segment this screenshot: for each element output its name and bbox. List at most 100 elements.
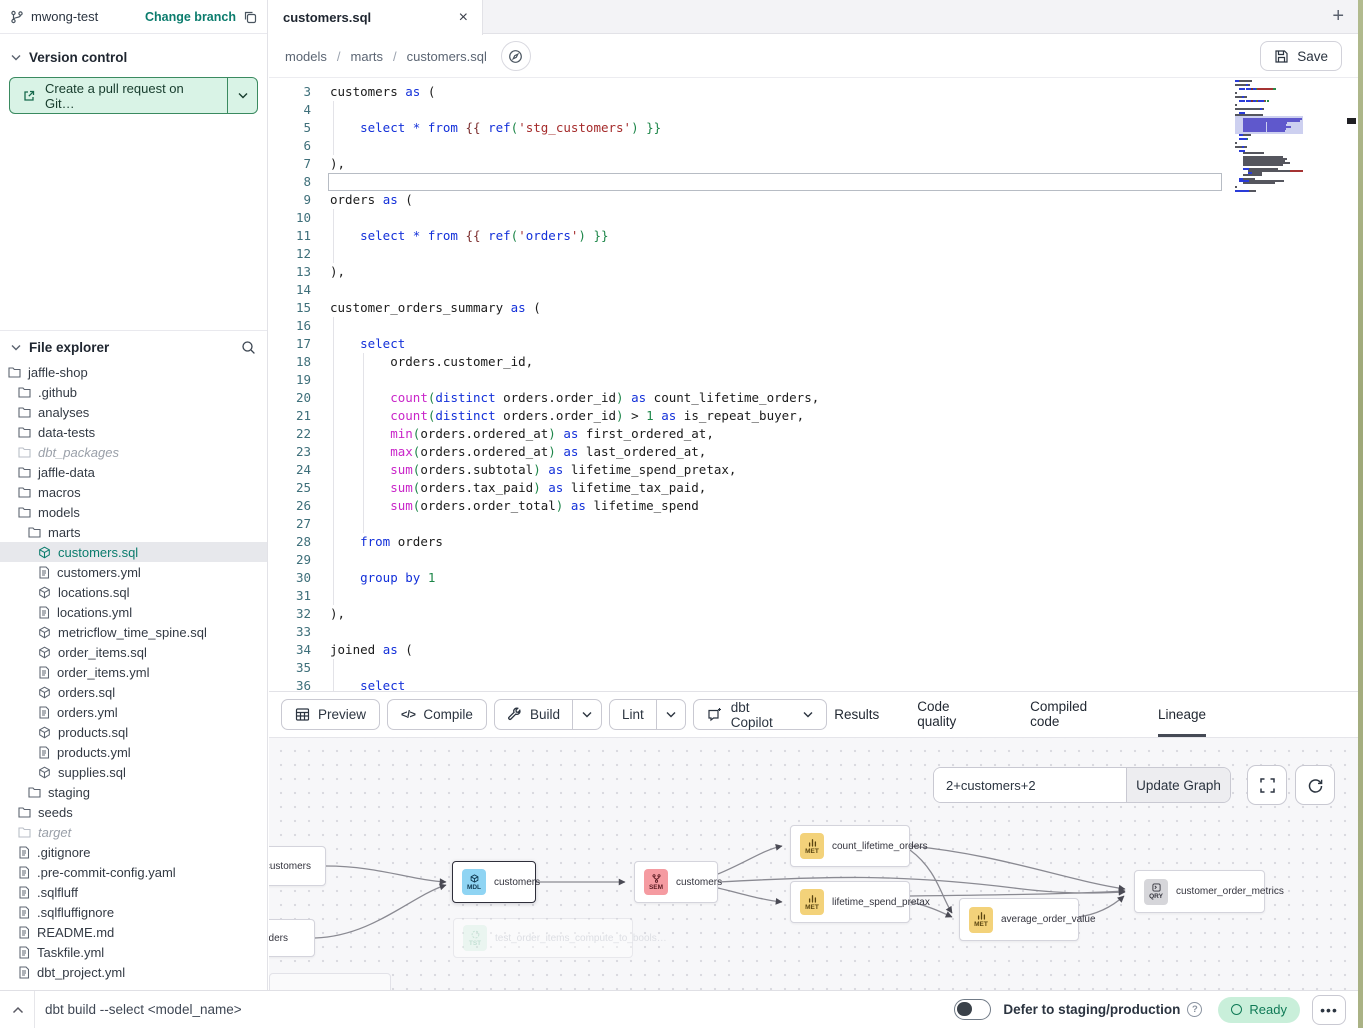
code-line-21[interactable]: 21 count(distinct orders.order_id) > 1 a… [269, 407, 1358, 425]
sidebar-item-seeds[interactable]: seeds [0, 802, 267, 822]
code-line-25[interactable]: 25 sum(orders.tax_paid) as lifetime_tax_… [269, 479, 1358, 497]
search-icon[interactable] [241, 340, 256, 355]
sidebar-item-products-sql[interactable]: products.sql [0, 722, 267, 742]
sidebar-item-order-items-yml[interactable]: order_items.yml [0, 662, 267, 682]
code-line-24[interactable]: 24 sum(orders.subtotal) as lifetime_spen… [269, 461, 1358, 479]
sidebar-item-marts[interactable]: marts [0, 522, 267, 542]
code-line-16[interactable]: 16 [269, 317, 1358, 335]
code-line-22[interactable]: 22 min(orders.ordered_at) as first_order… [269, 425, 1358, 443]
code-line-28[interactable]: 28 from orders [269, 533, 1358, 551]
sidebar-item--gitignore[interactable]: .gitignore [0, 842, 267, 862]
version-control-header[interactable]: Version control [0, 34, 267, 75]
sidebar-item-models[interactable]: models [0, 502, 267, 522]
code-line-33[interactable]: 33 [269, 623, 1358, 641]
sidebar-item-data-tests[interactable]: data-tests [0, 422, 267, 442]
code-line-29[interactable]: 29 [269, 551, 1358, 569]
create-pr-dropdown[interactable] [227, 78, 257, 113]
lint-button[interactable]: Lint [610, 700, 656, 729]
build-button[interactable]: Build [495, 700, 572, 729]
lineage-search-input[interactable] [934, 768, 1126, 802]
code-line-27[interactable]: 27 [269, 515, 1358, 533]
lineage-node-orders[interactable]: orders [269, 919, 315, 957]
tab-results[interactable]: Results [834, 692, 879, 737]
lineage-node-customer-order-metrics[interactable]: QRYcustomer_order_metrics [1134, 870, 1265, 913]
change-branch-link[interactable]: Change branch [145, 10, 236, 24]
sidebar-item-orders-sql[interactable]: orders.sql [0, 682, 267, 702]
code-line-35[interactable]: 35 [269, 659, 1358, 677]
sidebar-item-order-items-sql[interactable]: order_items.sql [0, 642, 267, 662]
create-pr-button-main[interactable]: Create a pull request on Git… [10, 78, 227, 113]
breadcrumb-file[interactable]: customers.sql [407, 49, 487, 64]
help-icon[interactable]: ? [1187, 1002, 1202, 1017]
code-line-11[interactable]: 11 select * from {{ ref('orders') }} [269, 227, 1358, 245]
code-editor[interactable]: 3customers as (45 select * from {{ ref('… [269, 78, 1358, 691]
code-line-20[interactable]: 20 count(distinct orders.order_id) as co… [269, 389, 1358, 407]
new-tab-button[interactable]: + [1332, 5, 1344, 28]
sidebar-item-locations-yml[interactable]: locations.yml [0, 602, 267, 622]
code-line-36[interactable]: 36 select [269, 677, 1358, 691]
tab-lineage[interactable]: Lineage [1158, 692, 1206, 737]
refresh-button[interactable] [1295, 765, 1335, 805]
code-line-30[interactable]: 30 group by 1 [269, 569, 1358, 587]
minimap[interactable] [1235, 80, 1332, 280]
dbt-copilot-button[interactable]: dbt Copilot [693, 699, 827, 730]
command-input[interactable]: dbt build --select <model_name> [45, 1002, 954, 1017]
code-line-31[interactable]: 31 [269, 587, 1358, 605]
lineage-node-lifetime-spend-pretax[interactable]: METlifetime_spend_pretax [790, 881, 910, 923]
sidebar-item-analyses[interactable]: analyses [0, 402, 267, 422]
lineage-node-average-order-value[interactable]: METaverage_order_value [959, 898, 1079, 941]
close-icon[interactable]: × [459, 10, 468, 26]
code-line-3[interactable]: 3customers as ( [269, 83, 1358, 101]
sidebar-item-customers-sql[interactable]: customers.sql [0, 542, 267, 562]
sidebar-item-taskfile-yml[interactable]: Taskfile.yml [0, 942, 267, 962]
sidebar-item-dbt-packages[interactable]: dbt_packages [0, 442, 267, 462]
code-line-6[interactable]: 6 [269, 137, 1358, 155]
more-options-button[interactable]: ••• [1312, 995, 1346, 1025]
sidebar-item-macros[interactable]: macros [0, 482, 267, 502]
lineage-node-customers[interactable]: SEMcustomers [634, 861, 718, 903]
save-button[interactable]: Save [1260, 41, 1342, 71]
code-line-12[interactable]: 12 [269, 245, 1358, 263]
editor-scrollbar-thumb[interactable] [1347, 118, 1356, 124]
code-line-5[interactable]: 5 select * from {{ ref('stg_customers') … [269, 119, 1358, 137]
sidebar-item--sqlfluff[interactable]: .sqlfluff [0, 882, 267, 902]
lineage-node-count-lifetime-orders[interactable]: METcount_lifetime_orders [790, 825, 910, 867]
lineage-node-stg-customers[interactable]: stg_customers [269, 846, 326, 886]
code-line-4[interactable]: 4 [269, 101, 1358, 119]
breadcrumb-models[interactable]: models [285, 49, 327, 64]
code-line-13[interactable]: 13), [269, 263, 1358, 281]
sidebar-item-products-yml[interactable]: products.yml [0, 742, 267, 762]
code-line-9[interactable]: 9orders as ( [269, 191, 1358, 209]
code-line-34[interactable]: 34joined as ( [269, 641, 1358, 659]
sidebar-item-dbt-project-yml[interactable]: dbt_project.yml [0, 962, 267, 982]
code-line-32[interactable]: 32), [269, 605, 1358, 623]
tab-customers-sql[interactable]: customers.sql × [269, 0, 483, 35]
code-line-26[interactable]: 26 sum(orders.order_total) as lifetime_s… [269, 497, 1358, 515]
preview-button[interactable]: Preview [281, 699, 380, 730]
chevron-up-icon[interactable] [12, 1006, 24, 1014]
lineage-node-customers[interactable]: MDLcustomers [452, 861, 536, 903]
tab-code-quality[interactable]: Code quality [917, 692, 992, 737]
breadcrumb-marts[interactable]: marts [351, 49, 384, 64]
code-line-19[interactable]: 19 [269, 371, 1358, 389]
sidebar-item-orders-yml[interactable]: orders.yml [0, 702, 267, 722]
sidebar-item-metricflow-time-spine-sql[interactable]: metricflow_time_spine.sql [0, 622, 267, 642]
sidebar-item-staging[interactable]: staging [0, 782, 267, 802]
build-dropdown[interactable] [572, 700, 601, 729]
sidebar-item--pre-commit-config-yaml[interactable]: .pre-commit-config.yaml [0, 862, 267, 882]
sidebar-item-jaffle-shop[interactable]: jaffle-shop [0, 362, 267, 382]
code-line-23[interactable]: 23 max(orders.ordered_at) as last_ordere… [269, 443, 1358, 461]
lineage-node-test-order-items-compute-to-bools-[interactable]: TSTtest_order_items_compute_to_bools… [453, 918, 633, 958]
sidebar-item-target[interactable]: target [0, 822, 267, 842]
code-line-8[interactable]: 8 [269, 173, 1358, 191]
file-explorer-header[interactable]: File explorer [0, 331, 267, 362]
sidebar-item-locations-sql[interactable]: locations.sql [0, 582, 267, 602]
copy-icon[interactable] [243, 10, 257, 24]
sidebar-item-jaffle-data[interactable]: jaffle-data [0, 462, 267, 482]
compile-button[interactable]: </> Compile [387, 699, 487, 730]
code-line-15[interactable]: 15customer_orders_summary as ( [269, 299, 1358, 317]
code-line-17[interactable]: 17 select [269, 335, 1358, 353]
tab-compiled-code[interactable]: Compiled code [1030, 692, 1120, 737]
code-line-7[interactable]: 7), [269, 155, 1358, 173]
sidebar-item-customers-yml[interactable]: customers.yml [0, 562, 267, 582]
